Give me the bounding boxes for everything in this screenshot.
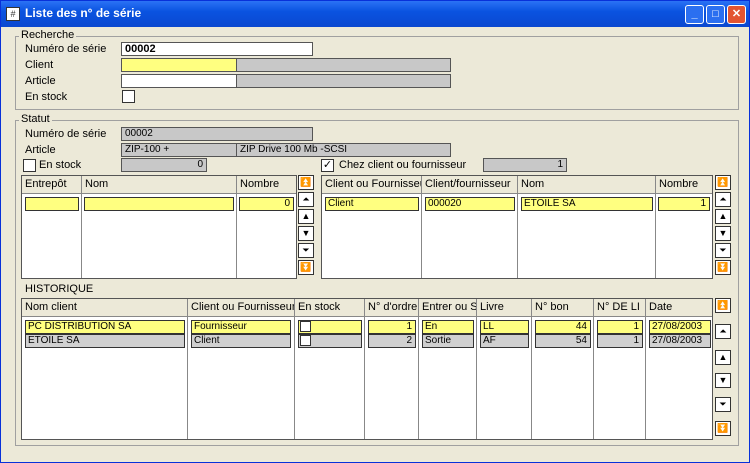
recherche-article-name — [236, 74, 451, 88]
livre-cell[interactable]: LL — [480, 320, 529, 334]
col-header-bon[interactable]: N° bon — [532, 299, 594, 317]
historique-scrollbar[interactable]: ⏫ ⏶ ▲ ▼ ⏷ ⏬ — [715, 298, 731, 440]
statut-article-label: Article — [25, 144, 56, 156]
code-cell[interactable]: 000020 — [425, 197, 515, 211]
statut-stock-checkbox[interactable] — [23, 159, 36, 172]
nombre-cell[interactable]: 0 — [239, 197, 294, 211]
col-header-date[interactable]: Date — [646, 299, 712, 317]
col-header-nom[interactable]: Nom — [518, 176, 656, 194]
bon-cell[interactable]: 44 — [535, 320, 591, 334]
statut-article-desc: ZIP Drive 100 Mb -SCSI — [236, 143, 451, 157]
type-cell[interactable]: Client — [191, 334, 291, 348]
date-cell[interactable]: 27/08/2003 — [649, 334, 711, 348]
app-icon: # — [6, 7, 20, 21]
statut-stock-count: 0 — [121, 158, 207, 172]
statut-chez-count: 1 — [483, 158, 567, 172]
col-header-nom[interactable]: Nom — [82, 176, 237, 194]
col-header-ordre[interactable]: N° d'ordre — [365, 299, 419, 317]
type-cell[interactable]: Fournisseur — [191, 320, 291, 334]
recherche-title: Recherche — [19, 29, 77, 41]
statut-article-code: ZIP-100 + — [121, 143, 237, 157]
recherche-client-label: Client — [25, 59, 54, 71]
col-header-ligne[interactable]: N° DE LI — [594, 299, 646, 317]
col-header-entrer[interactable]: Entrer ou S — [419, 299, 477, 317]
statut-numero-label: Numéro de série — [25, 128, 107, 140]
recherche-article-input[interactable] — [121, 74, 237, 88]
client-scrollbar[interactable]: ⏫ ⏶ ▲ ▼ ⏷ ⏬ — [715, 175, 731, 279]
up-icon[interactable]: ▲ — [298, 209, 314, 224]
historique-title: HISTORIQUE — [25, 283, 94, 295]
down-icon[interactable]: ▼ — [715, 226, 731, 241]
entrepot-cell[interactable] — [25, 197, 79, 211]
page-down-icon[interactable]: ⏷ — [715, 397, 731, 412]
ligne-cell[interactable]: 1 — [597, 320, 643, 334]
col-header-client-fournisseur[interactable]: Client ou Fournisseur — [188, 299, 295, 317]
ligne-cell[interactable]: 1 — [597, 334, 643, 348]
col-header-nom-client[interactable]: Nom client — [22, 299, 188, 317]
entrepot-grid: Entrepôt Nom Nombre 0 — [21, 175, 297, 279]
col-header-client-fournisseur[interactable]: Client ou Fournisseur — [322, 176, 422, 194]
entrer-cell[interactable]: Sortie — [422, 334, 474, 348]
down-icon[interactable]: ▼ — [715, 373, 731, 388]
historique-grid: Nom client Client ou Fournisseur En stoc… — [21, 298, 713, 440]
col-header-entrepot[interactable]: Entrepôt — [22, 176, 82, 194]
statut-numero-value: 00002 — [121, 127, 313, 141]
statut-stock-label: En stock — [39, 159, 82, 171]
close-button[interactable]: ✕ — [727, 5, 746, 24]
nombre-cell[interactable]: 1 — [658, 197, 710, 211]
col-header-nombre[interactable]: Nombre — [237, 176, 296, 194]
down-icon[interactable]: ▼ — [298, 226, 314, 241]
nom-cell[interactable] — [84, 197, 234, 211]
minimize-button[interactable]: _ — [685, 5, 704, 24]
first-icon[interactable]: ⏫ — [298, 175, 314, 190]
stock-cell[interactable] — [298, 320, 362, 334]
date-cell[interactable]: 27/08/2003 — [649, 320, 711, 334]
recherche-stock-label: En stock — [25, 91, 68, 103]
first-icon[interactable]: ⏫ — [715, 298, 731, 313]
stock-cell[interactable] — [298, 334, 362, 348]
last-icon[interactable]: ⏬ — [298, 260, 314, 275]
last-icon[interactable]: ⏬ — [715, 260, 731, 275]
page-down-icon[interactable]: ⏷ — [298, 243, 314, 258]
recherche-numero-input[interactable]: 00002 — [121, 42, 313, 56]
livre-cell[interactable]: AF — [480, 334, 529, 348]
title-bar[interactable]: # Liste des n° de série _ □ ✕ — [1, 1, 749, 27]
maximize-button[interactable]: □ — [706, 5, 725, 24]
col-header-code[interactable]: Client/fournisseur — [422, 176, 518, 194]
entrer-cell[interactable]: En — [422, 320, 474, 334]
first-icon[interactable]: ⏫ — [715, 175, 731, 190]
entrepot-scrollbar[interactable]: ⏫ ⏶ ▲ ▼ ⏷ ⏬ — [298, 175, 314, 279]
page-down-icon[interactable]: ⏷ — [715, 243, 731, 258]
statut-chez-checkbox[interactable]: ✓ — [321, 159, 334, 172]
row-stock-checkbox[interactable] — [300, 335, 311, 346]
nom-client-cell[interactable]: PC DISTRIBUTION SA — [25, 320, 185, 334]
up-icon[interactable]: ▲ — [715, 209, 731, 224]
statut-title: Statut — [19, 113, 52, 125]
page-up-icon[interactable]: ⏶ — [715, 192, 731, 207]
nom-cell[interactable]: ETOILE SA — [521, 197, 653, 211]
window: # Liste des n° de série _ □ ✕ Recherche … — [0, 0, 750, 463]
recherche-numero-label: Numéro de série — [25, 43, 107, 55]
statut-chez-label: Chez client ou fournisseur — [339, 159, 467, 171]
ordre-cell[interactable]: 1 — [368, 320, 416, 334]
client-grid: Client ou Fournisseur Client/fournisseur… — [321, 175, 713, 279]
recherche-stock-checkbox[interactable] — [122, 90, 135, 103]
up-icon[interactable]: ▲ — [715, 350, 731, 365]
window-title: Liste des n° de série — [25, 6, 142, 20]
ordre-cell[interactable]: 2 — [368, 334, 416, 348]
col-header-livre[interactable]: Livre — [477, 299, 532, 317]
last-icon[interactable]: ⏬ — [715, 421, 731, 436]
row-stock-checkbox[interactable] — [300, 321, 311, 332]
col-header-en-stock[interactable]: En stock — [295, 299, 365, 317]
type-cell[interactable]: Client — [325, 197, 419, 211]
recherche-article-label: Article — [25, 75, 56, 87]
bon-cell[interactable]: 54 — [535, 334, 591, 348]
page-up-icon[interactable]: ⏶ — [715, 324, 731, 339]
nom-client-cell[interactable]: ETOILE SA — [25, 334, 185, 348]
recherche-client-input[interactable] — [121, 58, 237, 72]
recherche-client-name — [236, 58, 451, 72]
page-up-icon[interactable]: ⏶ — [298, 192, 314, 207]
col-header-nombre[interactable]: Nombre — [656, 176, 712, 194]
